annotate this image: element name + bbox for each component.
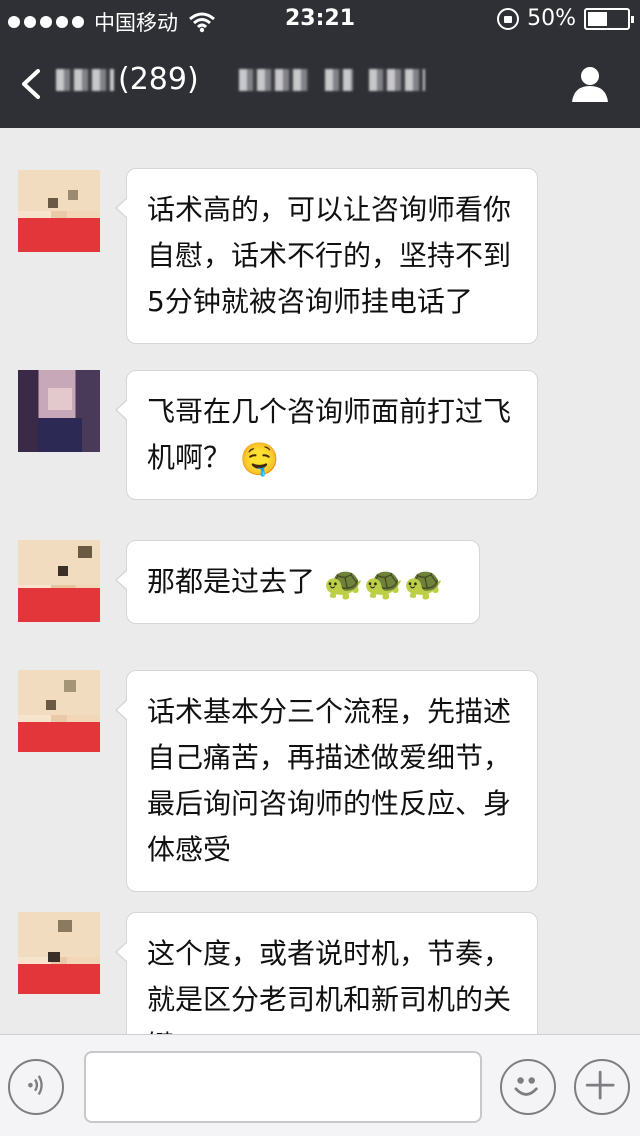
back-icon[interactable] <box>18 68 46 100</box>
emoji-icon <box>514 1077 538 1096</box>
avatar[interactable] <box>18 912 100 994</box>
redacted-title <box>238 68 309 91</box>
status-bar: 中国移动 23:21 50% <box>0 0 640 40</box>
message-bubble[interactable]: 那都是过去了 🐢🐢🐢 <box>115 540 480 624</box>
chat-area[interactable]: 话术高的，可以让咨询师看你自慰，话术不行的，坚持不到5分钟就被咨询师挂电话了 飞… <box>0 128 640 1034</box>
message-text: 话术基本分三个流程，先描述自己痛苦，再描述做爱细节，最后询问咨询师的性反应、身体… <box>147 695 512 866</box>
message-text: 那都是过去了 <box>147 565 316 598</box>
plus-icon <box>585 1070 615 1100</box>
avatar[interactable] <box>18 170 100 252</box>
emoji-button[interactable] <box>500 1059 556 1115</box>
battery-fill <box>588 11 607 26</box>
avatar[interactable] <box>18 370 100 452</box>
turtle-icon: 🐢🐢🐢 <box>323 564 444 602</box>
plus-button[interactable] <box>574 1059 630 1115</box>
voice-icon <box>28 1075 43 1096</box>
avatar[interactable] <box>18 670 100 752</box>
message-text: 飞哥在几个咨询师面前打过飞机啊？ <box>147 395 512 474</box>
battery-percent: 50% <box>527 6 576 31</box>
status-right: 50% <box>497 6 634 31</box>
message-text: 话术高的，可以让咨询师看你自慰，话术不行的，坚持不到5分钟就被咨询师挂电话了 <box>147 193 512 318</box>
redacted-title-2 <box>324 68 353 91</box>
message-bubble[interactable]: 话术高的，可以让咨询师看你自慰，话术不行的，坚持不到5分钟就被咨询师挂电话了 <box>115 168 538 344</box>
redacted-name <box>56 68 114 91</box>
message-bubble[interactable]: 话术基本分三个流程，先描述自己痛苦，再描述做爱细节，最后询问咨询师的性反应、身体… <box>115 670 538 892</box>
input-bar <box>0 1034 640 1136</box>
nav-bar: (289) <box>0 40 640 128</box>
avatar[interactable] <box>18 540 100 622</box>
battery-icon <box>584 7 634 30</box>
member-count: (289) <box>118 62 199 97</box>
message-input[interactable] <box>84 1051 482 1123</box>
chat-title[interactable]: (289) <box>56 62 425 97</box>
profile-icon[interactable] <box>570 64 610 104</box>
message-text: 这个度，或者说时机，节奏，就是区分老司机和新司机的关键 <box>147 937 512 1034</box>
drooling-face-icon: 🤤 <box>239 440 280 478</box>
rotation-lock-icon <box>497 7 520 30</box>
message-bubble[interactable]: 这个度，或者说时机，节奏，就是区分老司机和新司机的关键 <box>115 912 538 1034</box>
voice-button[interactable] <box>8 1059 64 1115</box>
message-bubble[interactable]: 飞哥在几个咨询师面前打过飞机啊？ 🤤 <box>115 370 538 500</box>
redacted-title-3 <box>368 68 425 91</box>
